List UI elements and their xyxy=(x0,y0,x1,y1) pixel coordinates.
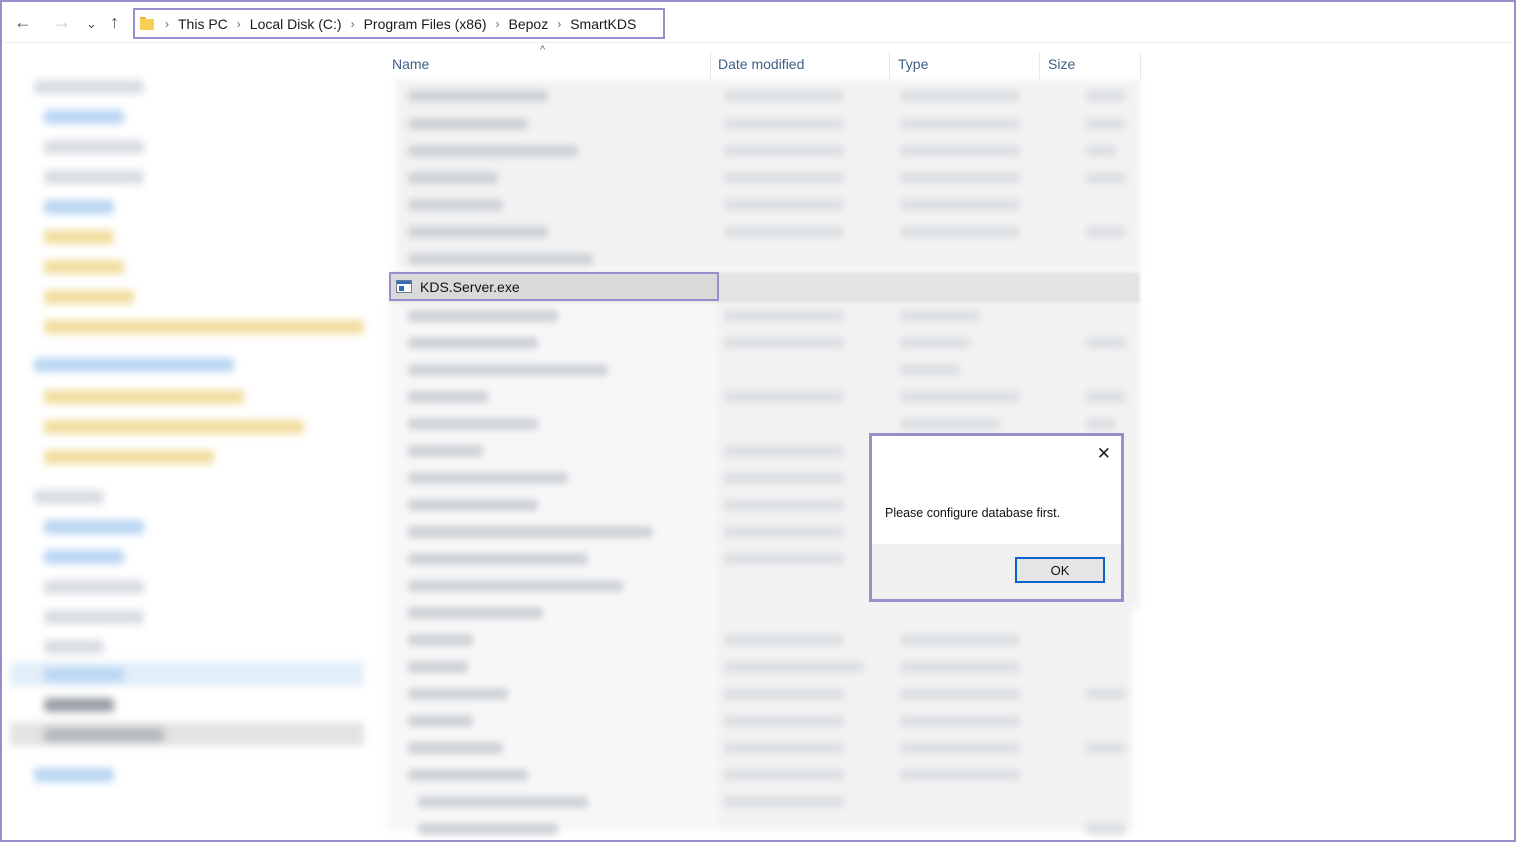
column-divider[interactable] xyxy=(889,52,890,80)
column-header-name[interactable]: Name xyxy=(392,56,429,72)
breadcrumb-chevron-icon[interactable]: › xyxy=(557,17,561,31)
application-exe-icon xyxy=(396,280,412,293)
address-bar-breadcrumb[interactable]: › This PC › Local Disk (C:) › Program Fi… xyxy=(133,8,665,39)
message-dialog: ✕ Please configure database first. OK xyxy=(869,433,1124,602)
toolbar-divider xyxy=(4,42,1512,43)
column-header-size[interactable]: Size xyxy=(1048,56,1075,72)
breadcrumb-local-disk[interactable]: Local Disk (C:) xyxy=(250,16,342,32)
breadcrumb-chevron-icon: › xyxy=(165,16,169,31)
column-header-date-modified[interactable]: Date modified xyxy=(718,56,804,72)
sort-indicator-icon: ^ xyxy=(540,44,546,56)
back-arrow-icon[interactable]: ← xyxy=(14,10,32,34)
column-divider[interactable] xyxy=(710,52,711,80)
breadcrumb-chevron-icon[interactable]: › xyxy=(496,17,500,31)
dialog-button-bar: OK xyxy=(872,544,1121,599)
column-divider[interactable] xyxy=(1039,52,1040,80)
navigation-pane-blurred[interactable] xyxy=(4,60,370,840)
breadcrumb-chevron-icon[interactable]: › xyxy=(351,17,355,31)
up-arrow-icon[interactable]: ↑ xyxy=(110,10,119,34)
file-name-label: KDS.Server.exe xyxy=(420,278,520,295)
ok-button[interactable]: OK xyxy=(1015,557,1105,583)
breadcrumb-program-files-x86[interactable]: Program Files (x86) xyxy=(364,16,487,32)
column-divider xyxy=(1140,52,1141,80)
breadcrumb-bepoz[interactable]: Bepoz xyxy=(509,16,549,32)
breadcrumb-smartkds[interactable]: SmartKDS xyxy=(570,16,636,32)
breadcrumb-this-pc[interactable]: This PC xyxy=(178,16,228,32)
forward-arrow-icon[interactable]: → xyxy=(53,10,71,34)
column-header-type[interactable]: Type xyxy=(898,56,928,72)
recent-locations-chevron-icon[interactable]: ⌄ xyxy=(86,12,97,36)
close-icon[interactable]: ✕ xyxy=(1097,445,1111,463)
breadcrumb-chevron-icon[interactable]: › xyxy=(237,17,241,31)
navigation-bar: ← → ⌄ ↑ › This PC › Local Disk (C:) › Pr… xyxy=(0,0,1516,44)
folder-icon xyxy=(140,17,154,30)
dialog-message: Please configure database first. xyxy=(885,506,1061,520)
file-item-kds-server-exe[interactable]: KDS.Server.exe xyxy=(389,272,719,301)
